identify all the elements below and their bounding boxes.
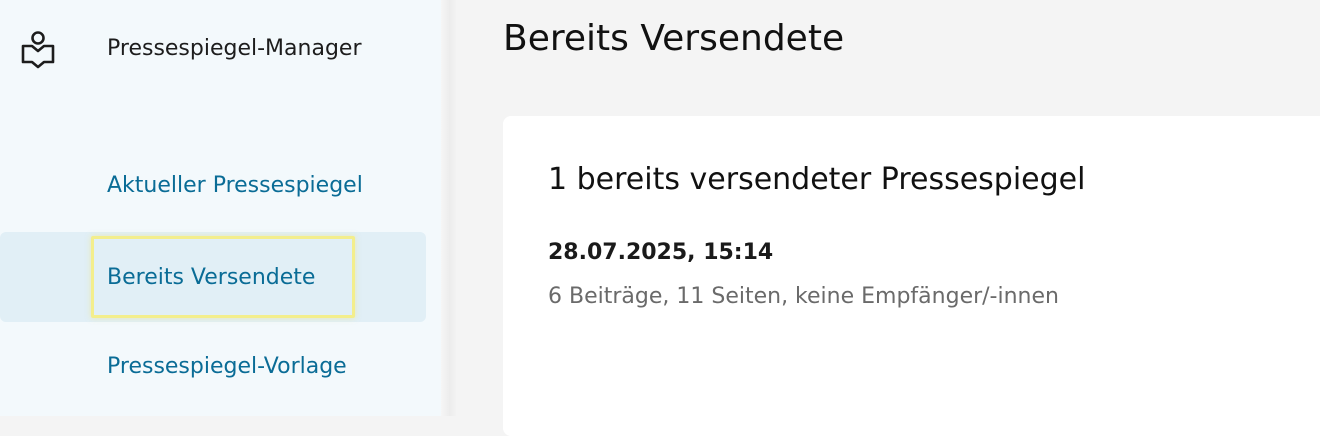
entry-meta: 6 Beiträge, 11 Seiten, keine Empfänger/-… [548,284,1059,309]
entry-date[interactable]: 28.07.2025, 15:14 [548,240,773,265]
app-name: Pressespiegel-Manager [107,35,362,61]
sent-list-card: 1 bereits versendeter Pressespiegel 28.0… [503,116,1320,436]
sidebar-item-label: Pressespiegel-Vorlage [107,353,347,379]
sidebar-item-bereits-versendete[interactable]: Bereits Versendete [0,232,426,322]
sidebar: Pressespiegel-Manager Aktueller Pressesp… [0,0,441,416]
sidebar-item-label: Aktueller Pressespiegel [107,172,363,198]
card-heading: 1 bereits versendeter Pressespiegel [548,162,1086,197]
app-header[interactable]: Pressespiegel-Manager [18,26,362,70]
reader-book-icon [18,26,58,70]
sidebar-item-pressespiegel-vorlage[interactable]: Pressespiegel-Vorlage [0,321,426,411]
sidebar-item-aktueller-pressespiegel[interactable]: Aktueller Pressespiegel [0,140,426,230]
sidebar-item-label: Bereits Versendete [107,264,316,290]
page-title: Bereits Versendete [503,18,845,59]
sidebar-divider [441,0,457,416]
